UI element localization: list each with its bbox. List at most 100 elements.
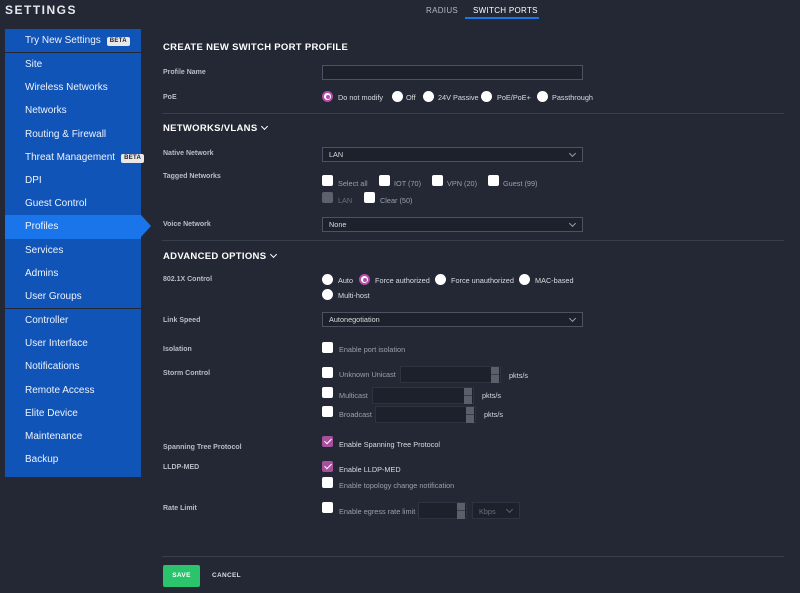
poe-radio-do-not-modify[interactable] (322, 91, 333, 102)
poe-radio-poe-plus[interactable] (481, 91, 492, 102)
sidebar-item-services[interactable]: Services (5, 239, 141, 262)
stp-label: Spanning Tree Protocol (163, 444, 242, 451)
native-network-value: LAN (329, 150, 344, 159)
stp-checkbox[interactable] (322, 436, 333, 447)
sidebar-item-try-new-settings[interactable]: Try New Settings BETA (5, 29, 141, 52)
sidebar-item-remote-access[interactable]: Remote Access (5, 379, 141, 402)
rate-limit-unit: Kbps (479, 507, 496, 516)
sidebar-item-admins[interactable]: Admins (5, 262, 141, 285)
tagged-guest-checkbox[interactable] (488, 175, 499, 186)
sidebar-item-guest-control[interactable]: Guest Control (5, 192, 141, 215)
sidebar-item-profiles[interactable]: Profiles (5, 215, 151, 239)
save-button[interactable]: SAVE (163, 565, 200, 587)
storm-control-label: Storm Control (163, 370, 211, 377)
poe-radio-24v-passive[interactable] (423, 91, 434, 102)
storm-broadcast-input[interactable] (375, 406, 476, 423)
dot1x-radio-multi-host[interactable] (322, 289, 333, 300)
link-speed-label: Link Speed (163, 317, 201, 324)
tagged-select-all-checkbox[interactable] (322, 175, 333, 186)
sidebar-item-label: Profiles (25, 221, 59, 233)
sidebar-item-site[interactable]: Site (5, 53, 141, 76)
dot1x-radio-force-unauthorized[interactable] (435, 274, 446, 285)
advanced-options-toggle[interactable]: ADVANCED OPTIONS (163, 250, 278, 262)
sidebar-item-label: User Interface (25, 338, 88, 350)
lldp-label: LLDP-MED (163, 464, 200, 471)
tagged-option-label: LAN (338, 196, 353, 205)
topology-change-checkbox[interactable] (322, 477, 333, 488)
dot1x-label: 802.1X Control (163, 276, 213, 283)
sidebar-item-label: Guest Control (25, 198, 87, 210)
sidebar-item-backup[interactable]: Backup (5, 448, 141, 471)
dot1x-option-label: Force authorized (375, 276, 430, 285)
stepper-icon[interactable] (491, 367, 499, 383)
sidebar-item-label: Backup (25, 454, 59, 466)
rate-limit-unit-select[interactable]: Kbps (472, 502, 520, 519)
sidebar-item-routing-firewall[interactable]: Routing & Firewall (5, 123, 141, 146)
tagged-clear-checkbox[interactable] (364, 192, 375, 203)
storm-broadcast-checkbox[interactable] (322, 406, 333, 417)
sidebar-item-maintenance[interactable]: Maintenance (5, 425, 141, 448)
section-divider (162, 113, 784, 114)
lldp-checkbox[interactable] (322, 461, 333, 472)
sidebar-item-label: Admins (25, 267, 59, 279)
sidebar-group-try-new: Try New Settings BETA (5, 29, 141, 53)
sidebar-item-threat-management[interactable]: Threat Management BETA (5, 146, 145, 169)
poe-option-label: 24V Passive (438, 93, 479, 102)
tagged-option-label: Clear (50) (380, 196, 413, 205)
sidebar-item-label: Notifications (25, 361, 80, 373)
voice-network-select[interactable]: None (322, 217, 583, 232)
networks-vlans-toggle[interactable]: NETWORKS/VLANS (163, 122, 269, 134)
chevron-down-icon (261, 122, 269, 131)
tagged-iot-checkbox[interactable] (379, 175, 390, 186)
profile-name-input[interactable] (322, 65, 583, 80)
tab-radius[interactable]: RADIUS (426, 6, 458, 15)
stepper-icon[interactable] (464, 388, 472, 404)
storm-unit: pkts/s (509, 371, 529, 380)
chevron-down-icon (568, 149, 577, 158)
stepper-icon[interactable] (466, 407, 474, 423)
tab-switch-ports[interactable]: SWITCH PORTS (473, 6, 538, 15)
storm-multicast-input[interactable] (372, 387, 474, 404)
sidebar-item-wireless-networks[interactable]: Wireless Networks (5, 76, 141, 99)
sidebar-item-label: Site (25, 59, 43, 70)
sidebar-item-label: Remote Access (25, 384, 95, 396)
dot1x-radio-mac-based[interactable] (519, 274, 530, 285)
storm-unknown-unicast-input[interactable] (400, 366, 501, 383)
tagged-vpn-checkbox[interactable] (432, 175, 443, 186)
sidebar-item-elite-device[interactable]: Elite Device (5, 402, 141, 425)
chevron-down-icon (270, 250, 278, 259)
link-speed-value: Autonegotiation (329, 315, 380, 324)
sidebar-item-user-groups[interactable]: User Groups (5, 285, 141, 308)
dot1x-radio-force-authorized[interactable] (359, 274, 370, 285)
sidebar-item-networks[interactable]: Networks (5, 99, 141, 122)
tagged-option-label: VPN (20) (447, 179, 478, 188)
storm-multicast-checkbox[interactable] (322, 387, 333, 398)
storm-unknown-unicast-checkbox[interactable] (322, 367, 333, 378)
link-speed-select[interactable]: Autonegotiation (322, 312, 583, 327)
rate-limit-checkbox[interactable] (322, 502, 333, 513)
profile-tabs: RADIUS SWITCH PORTS (160, 0, 800, 20)
sidebar-item-label: DPI (25, 174, 42, 186)
poe-radio-passthrough[interactable] (537, 91, 548, 102)
stepper-icon[interactable] (457, 503, 465, 519)
dot1x-radio-auto[interactable] (322, 274, 333, 285)
tagged-option-label: Select all (338, 179, 368, 188)
isolation-checkbox[interactable] (322, 342, 333, 353)
sidebar-item-label: User Groups (25, 290, 82, 302)
cancel-button[interactable]: CANCEL (212, 565, 241, 587)
native-network-select[interactable]: LAN (322, 147, 583, 162)
sidebar-item-dpi[interactable]: DPI (5, 169, 141, 192)
active-tab-indicator (465, 17, 539, 19)
sidebar-item-notifications[interactable]: Notifications (5, 355, 141, 378)
sidebar-item-label: Elite Device (25, 407, 78, 419)
poe-radio-off[interactable] (392, 91, 403, 102)
tagged-option-label: IOT (70) (394, 179, 422, 188)
networks-header-label: NETWORKS/VLANS (163, 123, 258, 134)
rate-limit-input[interactable] (418, 502, 467, 519)
sidebar-item-label: Controller (25, 315, 69, 326)
storm-unit: pkts/s (484, 410, 504, 419)
sidebar-item-controller[interactable]: Controller (5, 309, 141, 332)
storm-option-label: Unknown Unicast (339, 370, 396, 379)
section-divider (162, 556, 784, 557)
sidebar-item-user-interface[interactable]: User Interface (5, 332, 141, 355)
